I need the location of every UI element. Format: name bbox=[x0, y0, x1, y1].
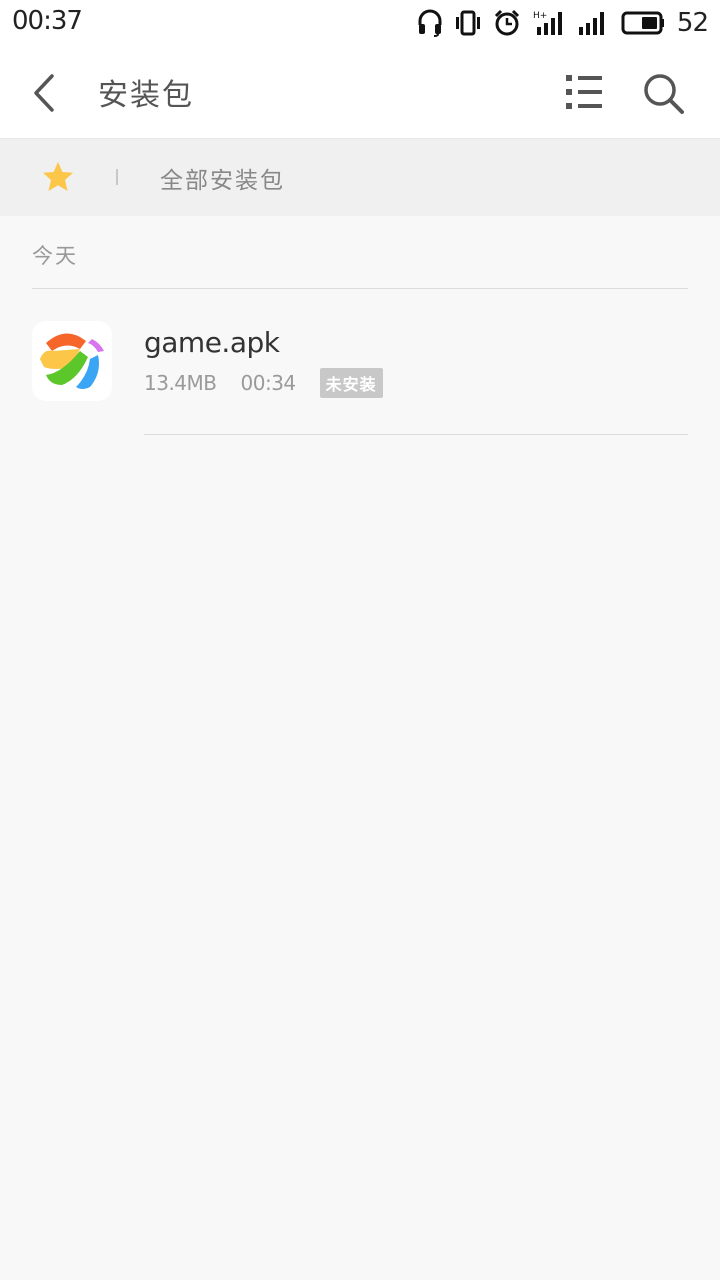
section-header-today: 今天 bbox=[32, 244, 78, 268]
file-size: 13.4MB bbox=[144, 371, 217, 395]
search-icon bbox=[644, 74, 684, 114]
status-bar: 00:37 H+ 52 bbox=[0, 0, 720, 46]
headset-icon bbox=[418, 9, 442, 37]
file-meta: 13.4MB 00:34 未安装 bbox=[144, 368, 383, 398]
filter-separator bbox=[116, 169, 118, 185]
list-view-button[interactable] bbox=[562, 70, 608, 116]
file-name: game.apk bbox=[144, 326, 280, 359]
battery-icon bbox=[621, 11, 664, 35]
list-view-icon bbox=[566, 75, 602, 109]
status-time: 00:37 bbox=[12, 6, 83, 36]
signal-icon bbox=[578, 12, 604, 35]
alarm-icon bbox=[494, 9, 519, 36]
back-button[interactable] bbox=[26, 70, 66, 116]
battery-level: 52 bbox=[676, 8, 709, 38]
svg-text:H+: H+ bbox=[533, 11, 547, 21]
search-button[interactable] bbox=[640, 70, 688, 118]
status-badge: 未安装 bbox=[319, 368, 383, 398]
status-icons: H+ 52 bbox=[417, 6, 709, 40]
star-icon bbox=[43, 162, 73, 191]
app-bar: 安装包 bbox=[0, 46, 720, 139]
section-divider bbox=[32, 288, 688, 289]
vibrate-icon bbox=[455, 10, 480, 36]
app-store-icon bbox=[32, 321, 112, 401]
filter-all-packages[interactable]: 全部安装包 bbox=[160, 161, 285, 195]
page-title: 安装包 bbox=[98, 78, 194, 113]
row-divider bbox=[144, 434, 688, 435]
favorites-button[interactable] bbox=[40, 159, 76, 195]
signal-hplus-icon: H+ bbox=[533, 11, 562, 35]
filter-bar: 全部安装包 bbox=[0, 139, 720, 216]
list-item[interactable]: game.apk 13.4MB 00:34 未安装 bbox=[0, 290, 720, 436]
file-time: 00:34 bbox=[240, 371, 297, 395]
chevron-left-icon bbox=[34, 74, 54, 112]
